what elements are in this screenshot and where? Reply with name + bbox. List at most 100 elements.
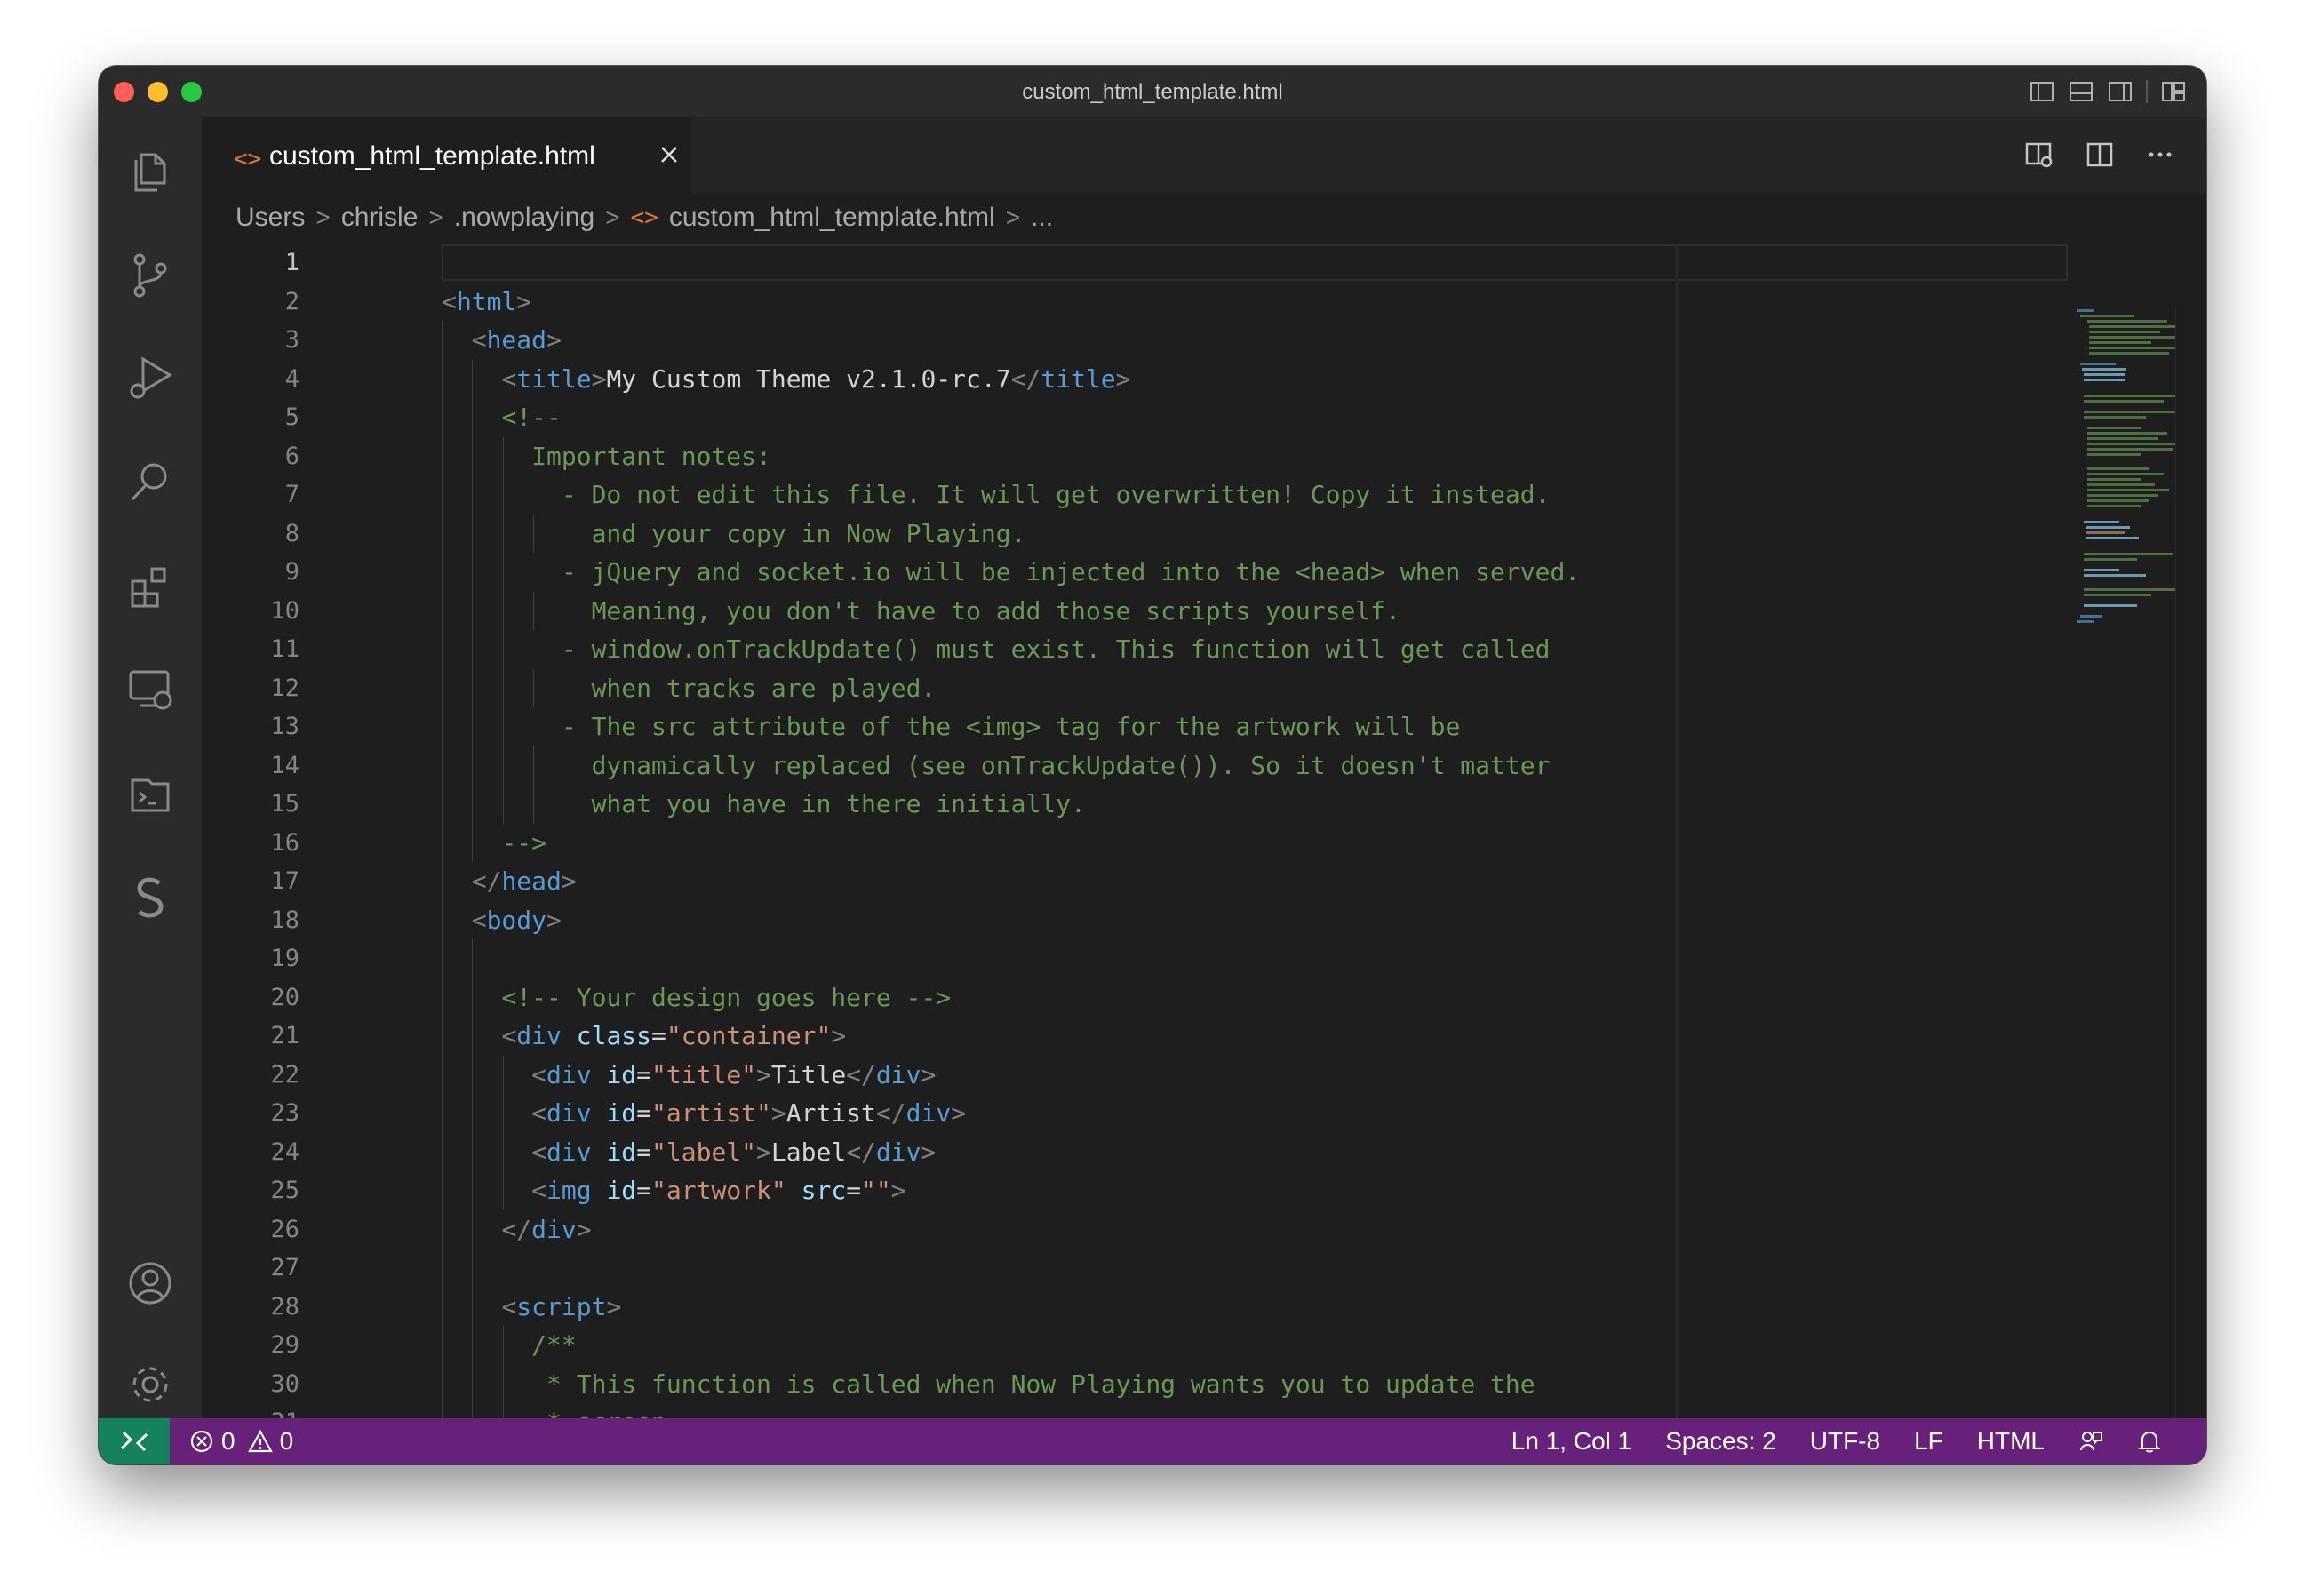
search-icon[interactable] xyxy=(124,455,177,508)
explorer-icon[interactable] xyxy=(124,144,177,197)
code-token: </ xyxy=(1010,363,1041,394)
line-number: 30 xyxy=(270,1369,299,1398)
code-line: - Do not edit this file. It will get ove… xyxy=(442,475,1551,514)
code-token: > xyxy=(890,1176,906,1205)
breadcrumb-file[interactable]: custom_html_template.html xyxy=(669,203,995,233)
account-icon[interactable] xyxy=(124,1257,177,1310)
problems-indicator[interactable]: 0 0 xyxy=(189,1427,293,1456)
more-actions-icon[interactable] xyxy=(2144,139,2176,171)
code-token: > xyxy=(561,866,577,896)
code-token: --> xyxy=(501,827,547,858)
indentation[interactable]: Spaces: 2 xyxy=(1665,1427,1776,1456)
line-number: 1 xyxy=(284,249,299,276)
notifications-bell-icon[interactable] xyxy=(2137,1429,2162,1454)
code-line: - The src attribute of the <img> tag for… xyxy=(442,707,1460,746)
code-token: class xyxy=(576,1021,652,1050)
code-line: * screen. xyxy=(442,1403,682,1418)
code-token: < xyxy=(471,325,487,355)
code-line: <title>My Custom Theme v2.1.0-rc.7</titl… xyxy=(442,360,1130,398)
toggle-panel-icon[interactable] xyxy=(2068,78,2094,105)
breadcrumb-nowplaying[interactable]: .nowplaying xyxy=(454,203,594,233)
toggle-primary-sidebar-icon[interactable] xyxy=(2029,78,2055,105)
warning-count: 0 xyxy=(279,1427,294,1455)
snippets-icon[interactable] xyxy=(124,871,177,924)
line-number: 20 xyxy=(270,983,299,1011)
current-line-highlight xyxy=(442,244,2068,281)
code-token: < xyxy=(501,1291,517,1321)
chevron-right-icon: > xyxy=(428,203,443,231)
line-number: 10 xyxy=(270,596,299,625)
breadcrumb: Users > chrisle > .nowplaying > <> custo… xyxy=(235,196,1053,240)
close-icon[interactable] xyxy=(657,142,682,167)
split-editor-icon[interactable] xyxy=(2084,139,2116,171)
line-number: 2 xyxy=(284,287,299,315)
customize-layout-icon[interactable] xyxy=(2160,78,2187,105)
code-line: <!-- Your design goes here --> xyxy=(442,978,951,1017)
code-token: My Custom Theme v2.1.0-rc.7 xyxy=(606,363,1011,394)
vertical-scrollbar[interactable] xyxy=(2175,306,2206,1418)
code-token: < xyxy=(501,363,517,394)
language-mode[interactable]: HTML xyxy=(1977,1427,2045,1456)
encoding[interactable]: UTF-8 xyxy=(1810,1427,1880,1456)
code-line: <html> xyxy=(442,283,531,321)
code-line: Important notes: xyxy=(442,437,771,475)
settings-gear-icon[interactable] xyxy=(124,1358,177,1411)
code-token: = xyxy=(636,1098,652,1128)
code-line: </div> xyxy=(442,1210,591,1249)
breadcrumb-symbols[interactable]: ... xyxy=(1031,203,1053,233)
breadcrumb-users[interactable]: Users xyxy=(235,203,305,233)
code-token: > xyxy=(921,1137,937,1167)
remote-indicator[interactable] xyxy=(99,1418,170,1464)
terminal-icon[interactable] xyxy=(124,768,177,821)
code-token: = xyxy=(636,1137,652,1167)
cursor-position[interactable]: Ln 1, Col 1 xyxy=(1511,1427,1631,1456)
line-number: 17 xyxy=(270,867,299,895)
line-number: 22 xyxy=(270,1060,299,1089)
code-token: * This function is called when Now Playi… xyxy=(546,1369,1535,1399)
line-number: 15 xyxy=(270,790,299,818)
code-editor[interactable]: 1 2 3 4 5 6 7 8 9 10 11 12 13 14 15 16 17 18 19 20 21 22 23 24 2… xyxy=(202,243,2206,1418)
remote-explorer-icon[interactable] xyxy=(124,663,177,716)
source-control-icon[interactable] xyxy=(124,249,177,302)
open-preview-icon[interactable] xyxy=(2023,139,2055,171)
code-token: div xyxy=(546,1137,592,1167)
code-token: < xyxy=(531,1137,547,1167)
code-token: <!-- Your design goes here --> xyxy=(501,982,952,1012)
warning-icon xyxy=(247,1429,273,1453)
feedback-icon[interactable] xyxy=(2078,1429,2103,1454)
code-line: Meaning, you don't have to add those scr… xyxy=(442,592,1400,630)
code-token: = xyxy=(636,1176,652,1205)
toggle-secondary-sidebar-icon[interactable] xyxy=(2107,78,2134,105)
run-debug-icon[interactable] xyxy=(124,350,177,403)
code-line: <script> xyxy=(442,1288,621,1326)
end-of-line[interactable]: LF xyxy=(1914,1427,1943,1456)
line-number: 24 xyxy=(270,1137,299,1166)
code-token: id xyxy=(606,1098,637,1128)
title-bar: custom_html_template.html xyxy=(99,66,2206,118)
editor-ruler xyxy=(1676,243,1678,1418)
code-line: <div id="artist">Artist</div> xyxy=(442,1094,966,1132)
code-token: = xyxy=(846,1176,862,1205)
code-token: title xyxy=(1041,363,1116,394)
remote-icon xyxy=(120,1431,148,1452)
window-title: custom_html_template.html xyxy=(1022,80,1283,104)
code-line: <img id="artwork" src=""> xyxy=(442,1171,906,1209)
code-token: img xyxy=(546,1176,592,1205)
code-token: > xyxy=(770,1098,786,1128)
line-number: 12 xyxy=(270,674,299,702)
extensions-icon[interactable] xyxy=(124,560,177,613)
breadcrumb-chrisle[interactable]: chrisle xyxy=(341,203,419,233)
tab-custom-html-template[interactable]: <> custom_html_template.html xyxy=(202,117,691,196)
